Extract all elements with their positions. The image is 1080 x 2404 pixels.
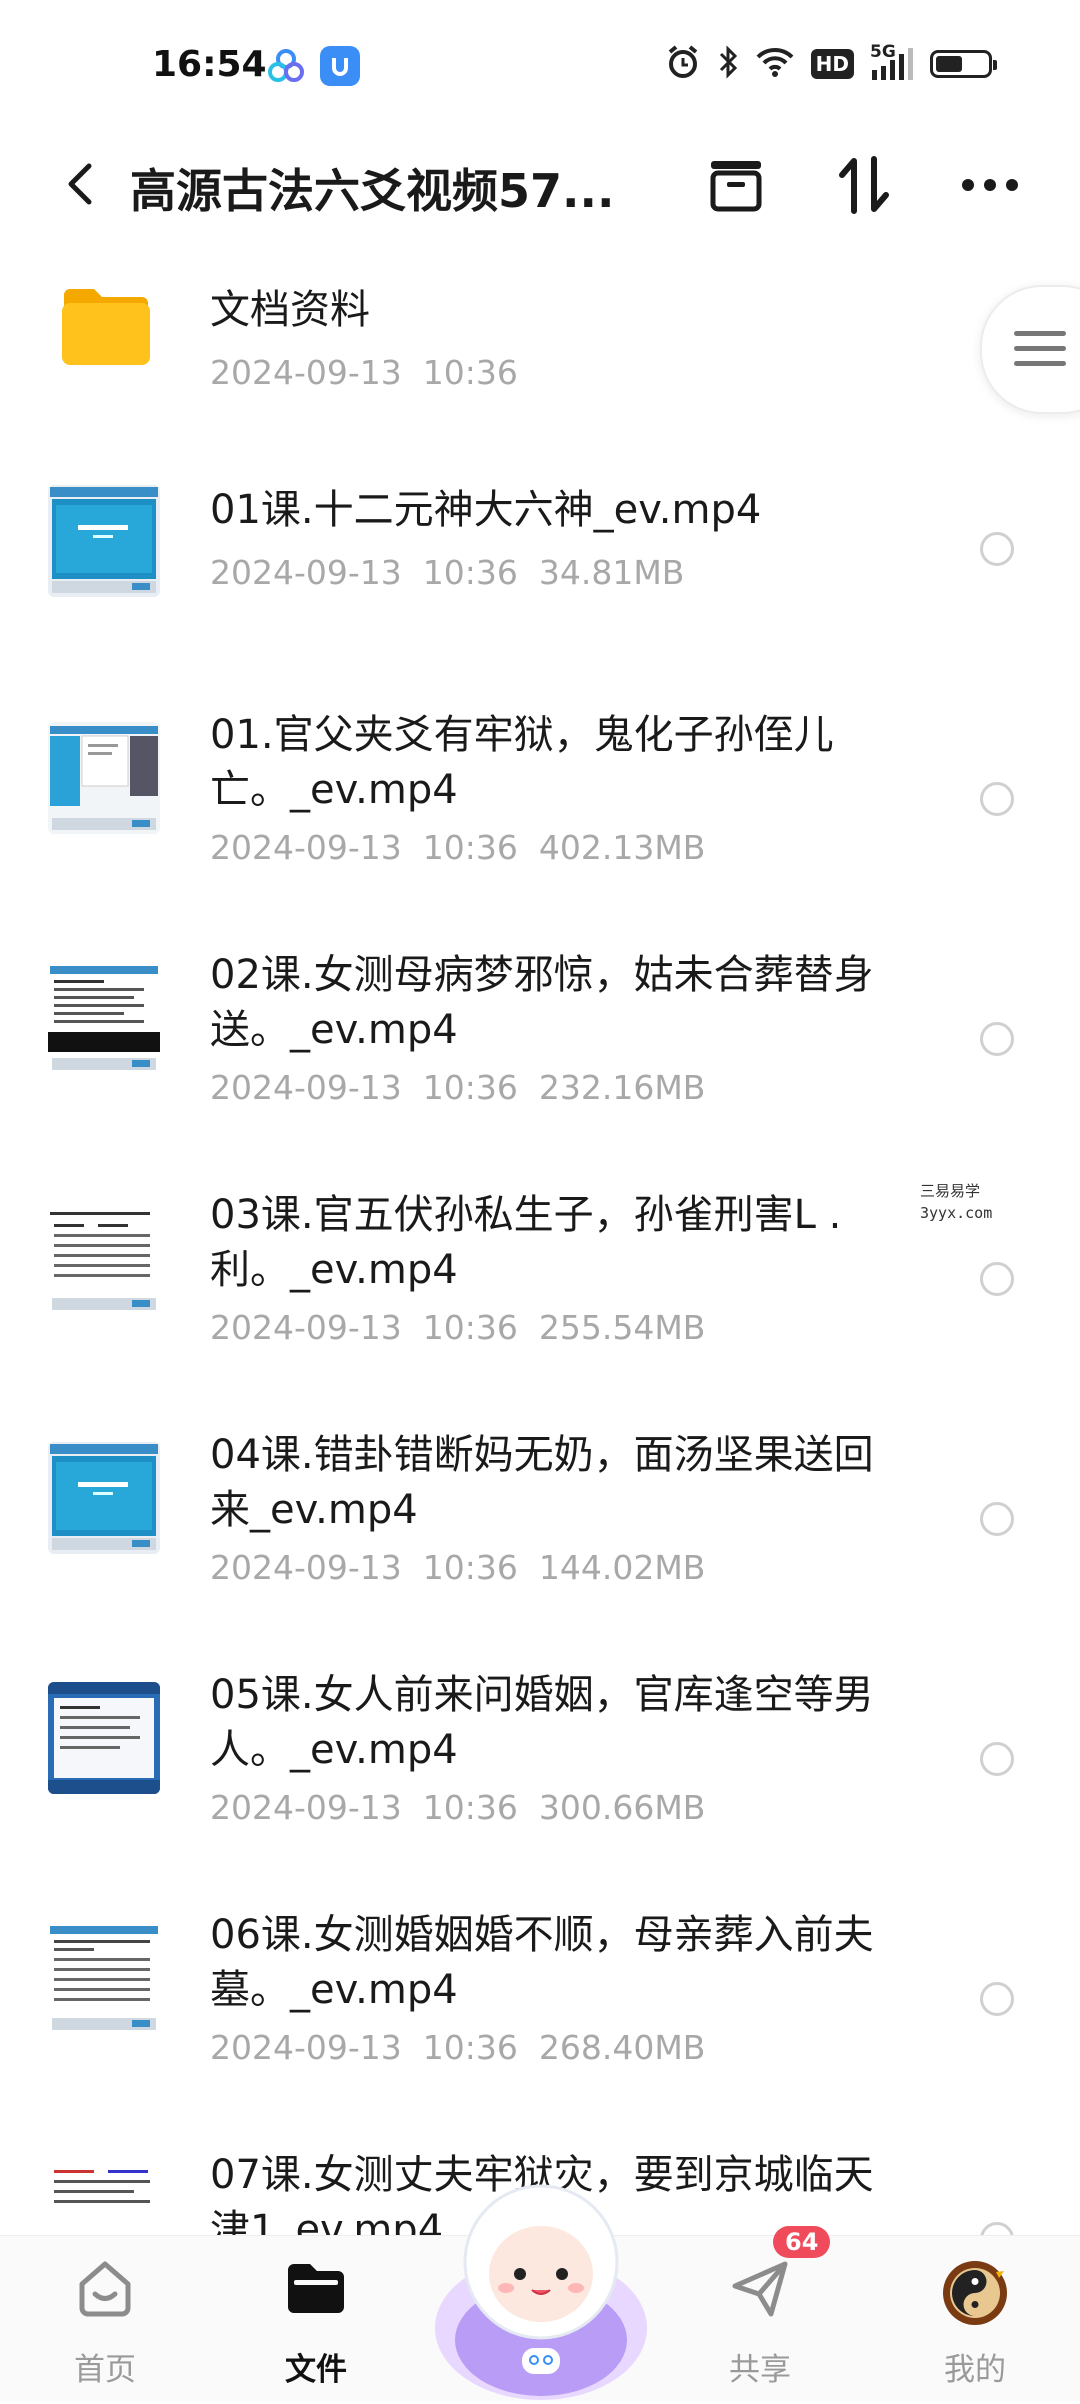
file-size: 232.16MB xyxy=(538,1068,706,1107)
nav-files[interactable]: 文件 xyxy=(236,2236,396,2401)
more-button[interactable] xyxy=(954,149,1026,221)
file-size: 255.54MB xyxy=(538,1308,706,1347)
list-item[interactable]: 03课.官五伏孙私生子，孙雀刑害L .利。_ev.mp4 2024-09-13 … xyxy=(0,1160,1080,1400)
file-name: 01.官父夹爻有牢狱，鬼化子孙侄儿亡。_ev.mp4 xyxy=(210,712,834,813)
status-time: 16:54 xyxy=(152,44,267,85)
select-radio[interactable] xyxy=(980,1982,1014,2016)
nav-label: 我的 xyxy=(944,2352,1006,2388)
select-radio[interactable] xyxy=(980,782,1014,816)
file-size: 300.66MB xyxy=(538,1788,706,1827)
back-button[interactable] xyxy=(46,149,116,219)
list-item[interactable]: 04课.错卦错断妈无奶，面汤坚果送回来_ev.mp4 2024-09-13 10… xyxy=(0,1400,1080,1640)
video-thumbnail xyxy=(48,962,160,1074)
list-item[interactable]: 01课.十二元神大六神_ev.mp4 2024-09-13 10:36 34.8… xyxy=(0,455,1080,655)
wifi-icon xyxy=(755,46,795,82)
archive-button[interactable] xyxy=(700,149,772,221)
sort-icon xyxy=(839,156,889,214)
video-thumbnail xyxy=(48,1922,160,2034)
file-name: 05课.女人前来问婚姻，官库逢空等男人。_ev.mp4 xyxy=(210,1672,874,1773)
watermark-line: 三易易学 xyxy=(920,1182,981,1200)
file-date: 2024-09-13 10:36 xyxy=(210,1068,518,1107)
nav-label: 首页 xyxy=(74,2352,136,2388)
file-date: 2024-09-13 10:36 xyxy=(210,553,518,592)
video-thumbnail xyxy=(48,2162,160,2235)
select-radio[interactable] xyxy=(980,1022,1014,1056)
file-meta: 2024-09-13 10:36 268.40MB xyxy=(210,2028,705,2067)
status-app-icons xyxy=(266,46,360,86)
page-title: 高源古法六爻视频57... xyxy=(130,164,615,218)
file-date: 2024-09-13 10:36 xyxy=(210,828,518,867)
nav-me[interactable]: 我的 xyxy=(895,2236,1055,2401)
sort-button[interactable] xyxy=(828,149,900,221)
file-meta: 2024-09-13 10:36 34.81MB xyxy=(210,553,684,592)
file-meta: 2024-09-13 10:36 255.54MB xyxy=(210,1308,705,1347)
send-icon xyxy=(732,2261,788,2317)
header: 高源古法六爻视频57... xyxy=(0,135,1080,235)
file-meta: 2024-09-13 10:36 300.66MB xyxy=(210,1788,705,1827)
file-name: 03课.官五伏孙私生子，孙雀刑害L .利。_ev.mp4 xyxy=(210,1192,842,1293)
file-name: 02课.女测母病梦邪惊，姑未合葬替身送。_ev.mp4 xyxy=(210,952,874,1053)
cloud-flower-icon xyxy=(266,46,306,86)
signal-icon: 5G xyxy=(870,42,914,82)
file-size: 268.40MB xyxy=(538,2028,706,2067)
file-meta: 2024-09-13 10:36 402.13MB xyxy=(210,828,705,867)
nav-home[interactable]: 首页 xyxy=(25,2236,185,2401)
select-radio[interactable] xyxy=(980,2222,1014,2235)
file-size: 144.02MB xyxy=(538,1548,706,1587)
alarm-icon xyxy=(665,44,701,84)
notification-badge: 64 xyxy=(773,2226,831,2258)
video-thumbnail xyxy=(48,1442,160,1554)
nav-label: 文件 xyxy=(285,2352,347,2388)
file-date: 2024-09-13 10:36 xyxy=(210,1308,518,1347)
select-radio[interactable] xyxy=(980,1502,1014,1536)
select-radio[interactable] xyxy=(980,532,1014,566)
folder-icon xyxy=(288,2264,344,2313)
file-size: 402.13MB xyxy=(538,828,706,867)
list-item[interactable]: 01.官父夹爻有牢狱，鬼化子孙侄儿亡。_ev.mp4 2024-09-13 10… xyxy=(0,680,1080,920)
chevron-left-icon xyxy=(68,163,92,205)
archive-icon xyxy=(710,161,762,212)
list-item[interactable]: 06课.女测婚姻婚不顺，母亲葬入前夫墓。_ev.mp4 2024-09-13 1… xyxy=(0,1880,1080,2120)
select-radio[interactable] xyxy=(980,1742,1014,1776)
list-item[interactable]: 02课.女测母病梦邪惊，姑未合葬替身送。_ev.mp4 2024-09-13 1… xyxy=(0,920,1080,1160)
hd-badge: HD xyxy=(810,49,854,79)
file-meta: 2024-09-13 10:36 232.16MB xyxy=(210,1068,705,1107)
video-thumbnail xyxy=(48,722,160,834)
file-date: 2024-09-13 10:36 xyxy=(210,2028,518,2067)
file-meta: 2024-09-13 10:36 144.02MB xyxy=(210,1548,705,1587)
file-date: 2024-09-13 10:36 xyxy=(210,353,518,392)
select-radio[interactable] xyxy=(980,1262,1014,1296)
file-name: 04课.错卦错断妈无奶，面汤坚果送回来_ev.mp4 xyxy=(210,1432,874,1533)
file-date: 2024-09-13 10:36 xyxy=(210,1788,518,1827)
video-thumbnail xyxy=(48,485,160,597)
more-icon xyxy=(962,179,1018,191)
avatar-icon xyxy=(943,2261,1007,2325)
nav-label: 共享 xyxy=(729,2352,791,2388)
status-right: HD 5G xyxy=(665,42,997,84)
file-date: 2024-09-13 10:36 xyxy=(210,1548,518,1587)
file-size: 34.81MB xyxy=(538,553,685,592)
bluetooth-icon xyxy=(717,44,739,84)
status-bar: 16:54 HD 5G xyxy=(0,0,1080,135)
file-name: 06课.女测婚姻婚不顺，母亲葬入前夫墓。_ev.mp4 xyxy=(210,1912,874,2013)
file-name: 文档资料 xyxy=(210,287,370,333)
folder-icon xyxy=(60,285,156,369)
shield-u-icon xyxy=(320,46,360,86)
video-thumbnail xyxy=(48,1202,160,1314)
watermark-line: 3yyx.com xyxy=(920,1204,993,1222)
nav-share[interactable]: 64 共享 xyxy=(680,2226,840,2401)
list-item[interactable]: 05课.女人前来问婚姻，官库逢空等男人。_ev.mp4 2024-09-13 1… xyxy=(0,1640,1080,1880)
ai-assistant-mascot-button[interactable] xyxy=(428,2170,654,2400)
battery-icon xyxy=(930,50,997,78)
video-thumbnail xyxy=(48,1682,160,1794)
file-name: 01课.十二元神大六神_ev.mp4 xyxy=(210,487,762,533)
home-icon xyxy=(79,2261,131,2317)
list-item[interactable]: 文档资料 2024-09-13 10:36 xyxy=(0,255,1080,435)
watermark: 三易易学 3yyx.com xyxy=(920,1180,992,1224)
